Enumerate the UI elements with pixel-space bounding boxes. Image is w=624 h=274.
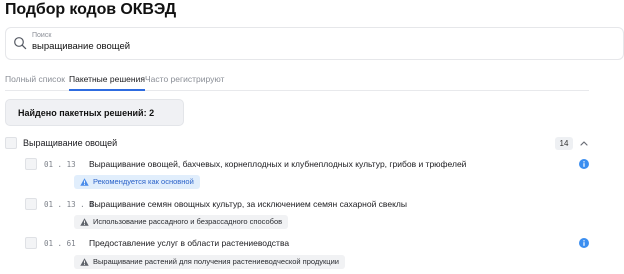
warning-icon [80,178,89,186]
okved-code: 01 . 13 . 4 [44,200,94,209]
item-title[interactable]: Выращивание овощей, бахчевых, корнеплодн… [89,159,466,169]
hint-tag: Использование рассадного и безрассадного… [74,215,289,229]
search-icon [14,37,27,50]
hint-tag: Выращивание растений для получения расте… [74,255,345,269]
tab-full-list[interactable]: Полный список [5,74,65,84]
item-title[interactable]: Выращивание семян овощных культур, за ис… [89,199,407,209]
item-checkbox[interactable] [25,237,37,249]
okved-code: 01 . 13 [44,160,76,169]
tag-text: Использование рассадного и безрассадного… [93,217,283,226]
item-checkbox[interactable] [25,198,37,210]
tab-package-solutions[interactable]: Пакетные решения [69,74,145,91]
count-badge: 14 [555,137,573,150]
info-icon[interactable] [579,159,589,169]
item-checkbox[interactable] [25,158,37,170]
tab-frequently-registered[interactable]: Часто регистрируют [145,74,224,84]
found-count-banner: Найдено пакетных решений: 2 [5,99,184,126]
okved-code: 01 . 61 [44,239,76,248]
warning-icon [80,218,89,226]
search-value[interactable]: выращивание овощей [32,41,130,52]
search-input[interactable]: Поиск выращивание овощей [5,27,624,60]
warning-icon [80,258,89,266]
search-label: Поиск [32,32,52,39]
item-title[interactable]: Предоставление услуг в области растениев… [89,238,289,248]
recommended-tag: Рекомендуется как основной [74,175,200,189]
group-checkbox[interactable] [5,137,17,149]
page-title: Подбор кодов ОКВЭД [5,1,177,18]
tab-bar: Полный список Пакетные решения Часто рег… [5,74,589,91]
chevron-up-icon[interactable] [579,139,589,147]
tag-text: Выращивание растений для получения расте… [93,257,339,266]
found-count-text: Найдено пакетных решений: 2 [18,108,155,118]
tag-text: Рекомендуется как основной [93,177,194,186]
group-label[interactable]: Выращивание овощей [23,138,117,148]
info-icon[interactable] [579,238,589,248]
